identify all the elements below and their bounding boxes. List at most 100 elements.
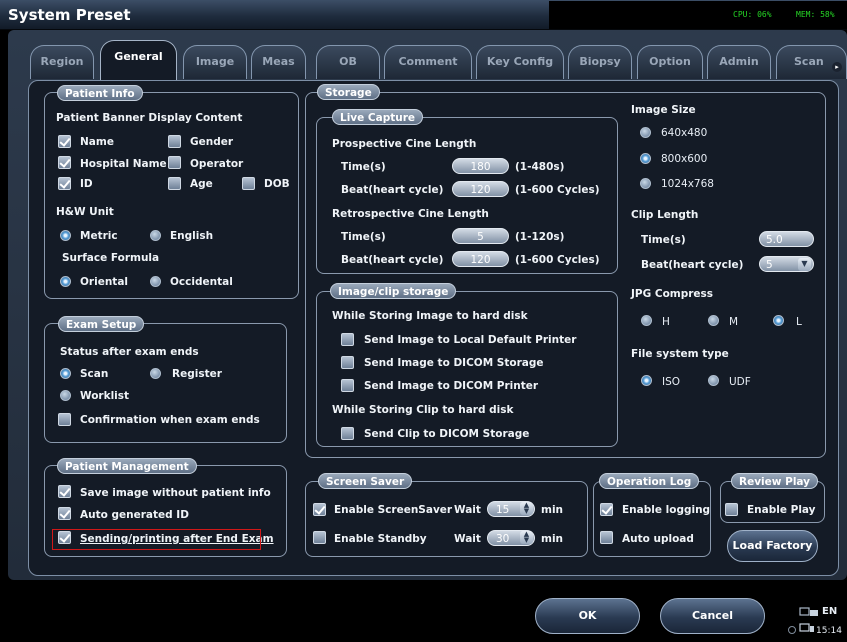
pro-beat-label: Beat(heart cycle) [341,184,444,196]
tab-comment[interactable]: Comment [384,45,472,79]
scan-radio[interactable] [60,368,71,379]
exam-setup-legend: Exam Setup [58,316,145,332]
status-after-exam-label: Status after exam ends [60,346,199,358]
enable-screensaver-checkbox[interactable] [313,503,326,516]
pro-time-field[interactable]: 180 [452,158,509,174]
cancel-button[interactable]: Cancel [660,598,765,634]
cpu-usage: CPU: 06% [733,10,772,19]
tab-general[interactable]: General [100,40,177,81]
pro-beat-field[interactable]: 120 [452,181,509,197]
gender-label: Gender [190,136,234,148]
retro-beat-field[interactable]: 120 [452,251,509,267]
occidental-radio[interactable] [150,276,161,287]
name-checkbox[interactable] [58,135,71,148]
retro-time-field[interactable]: 5 [452,228,509,244]
operator-checkbox[interactable] [168,156,181,169]
save-without-info-checkbox[interactable] [58,485,71,498]
dob-checkbox[interactable] [242,177,255,190]
dicom-storage-label: Send Image to DICOM Storage [364,357,544,369]
standby-min-label: min [541,533,564,545]
tab-meas[interactable]: Meas [251,45,306,79]
local-printer-checkbox[interactable] [341,333,354,346]
jpg-l-radio[interactable] [773,315,784,326]
clip-dicom-label: Send Clip to DICOM Storage [364,428,530,440]
hospital-name-checkbox[interactable] [58,156,71,169]
clip-length-label: Clip Length [631,209,699,221]
highlight-box [52,529,261,550]
oriental-radio[interactable] [60,276,71,287]
dob-label: DOB [264,178,290,190]
while-storing-clip-label: While Storing Clip to hard disk [332,404,514,416]
enable-logging-checkbox[interactable] [600,503,613,516]
operator-label: Operator [190,158,244,170]
id-label: ID [80,178,93,190]
saver-min-label: min [541,504,564,516]
retro-time-label: Time(s) [341,231,386,243]
saver-wait-label: Wait [454,504,481,516]
window-title: System Preset [8,6,131,24]
enable-play-checkbox[interactable] [725,503,738,516]
dicom-printer-checkbox[interactable] [341,379,354,392]
clock: 15:14 [816,626,842,636]
tab-biopsy[interactable]: Biopsy [568,45,632,79]
standby-wait-label: Wait [454,533,481,545]
worklist-label: Worklist [80,390,130,402]
register-radio[interactable] [150,368,161,379]
operation-log-legend: Operation Log [599,473,700,489]
register-label: Register [172,368,222,380]
retro-beat-label: Beat(heart cycle) [341,254,444,266]
size-800-radio[interactable] [640,153,651,164]
jpg-m-radio[interactable] [708,315,719,326]
tab-key-config[interactable]: Key Config [476,45,564,79]
clip-time-field[interactable]: 5.0 [759,231,814,247]
tab-region[interactable]: Region [30,45,94,79]
jpg-m-label: M [729,316,739,328]
worklist-radio[interactable] [60,390,71,401]
age-checkbox[interactable] [168,177,181,190]
tab-image[interactable]: Image [183,45,247,79]
id-checkbox[interactable] [58,177,71,190]
screen-saver-legend: Screen Saver [318,473,413,489]
confirmation-checkbox[interactable] [58,413,71,426]
enable-screensaver-label: Enable ScreenSaver [334,504,453,516]
operation-log-group [593,481,711,557]
gender-checkbox[interactable] [168,135,181,148]
tab-ob[interactable]: OB [316,45,380,79]
occidental-label: Occidental [170,276,233,288]
fs-iso-radio[interactable] [641,375,652,386]
auto-upload-label: Auto upload [622,533,694,545]
auto-upload-checkbox[interactable] [600,531,613,544]
standby-wait-spinner[interactable]: ▲ ▼ [520,531,533,544]
metric-radio[interactable] [60,230,71,241]
saver-wait-spinner[interactable]: ▲ ▼ [520,502,533,515]
enable-play-label: Enable Play [747,504,816,516]
auto-id-label: Auto generated ID [80,509,189,521]
jpg-compress-label: JPG Compress [631,288,714,300]
clip-beat-dropdown-arrow[interactable]: ▼ [798,258,811,271]
patient-management-legend: Patient Management [57,458,197,474]
tab-admin[interactable]: Admin [707,45,771,79]
tab-option[interactable]: Option [637,45,703,79]
hw-unit-label: H&W Unit [56,206,114,218]
oriental-label: Oriental [80,276,129,288]
load-factory-button[interactable]: Load Factory [727,530,818,562]
monitor-icon [799,623,814,632]
retro-time-range: (1-120s) [515,231,565,243]
jpg-l-label: L [796,316,802,328]
enable-standby-checkbox[interactable] [313,531,326,544]
image-clip-legend: Image/clip storage [330,283,457,299]
size-640-radio[interactable] [640,127,651,138]
dicom-storage-checkbox[interactable] [341,356,354,369]
size-1024-radio[interactable] [640,178,651,189]
auto-id-checkbox[interactable] [58,507,71,520]
pro-time-range: (1-480s) [515,161,565,173]
jpg-h-radio[interactable] [641,315,652,326]
ok-button[interactable]: OK [535,598,640,634]
english-radio[interactable] [150,230,161,241]
fs-udf-radio[interactable] [708,375,719,386]
mem-usage: MEM: 58% [796,10,835,19]
clip-dicom-checkbox[interactable] [341,427,354,440]
ime-indicator: EN [822,606,838,617]
name-label: Name [80,136,114,148]
tab-scroll-right-icon[interactable]: ▸ [832,62,842,72]
